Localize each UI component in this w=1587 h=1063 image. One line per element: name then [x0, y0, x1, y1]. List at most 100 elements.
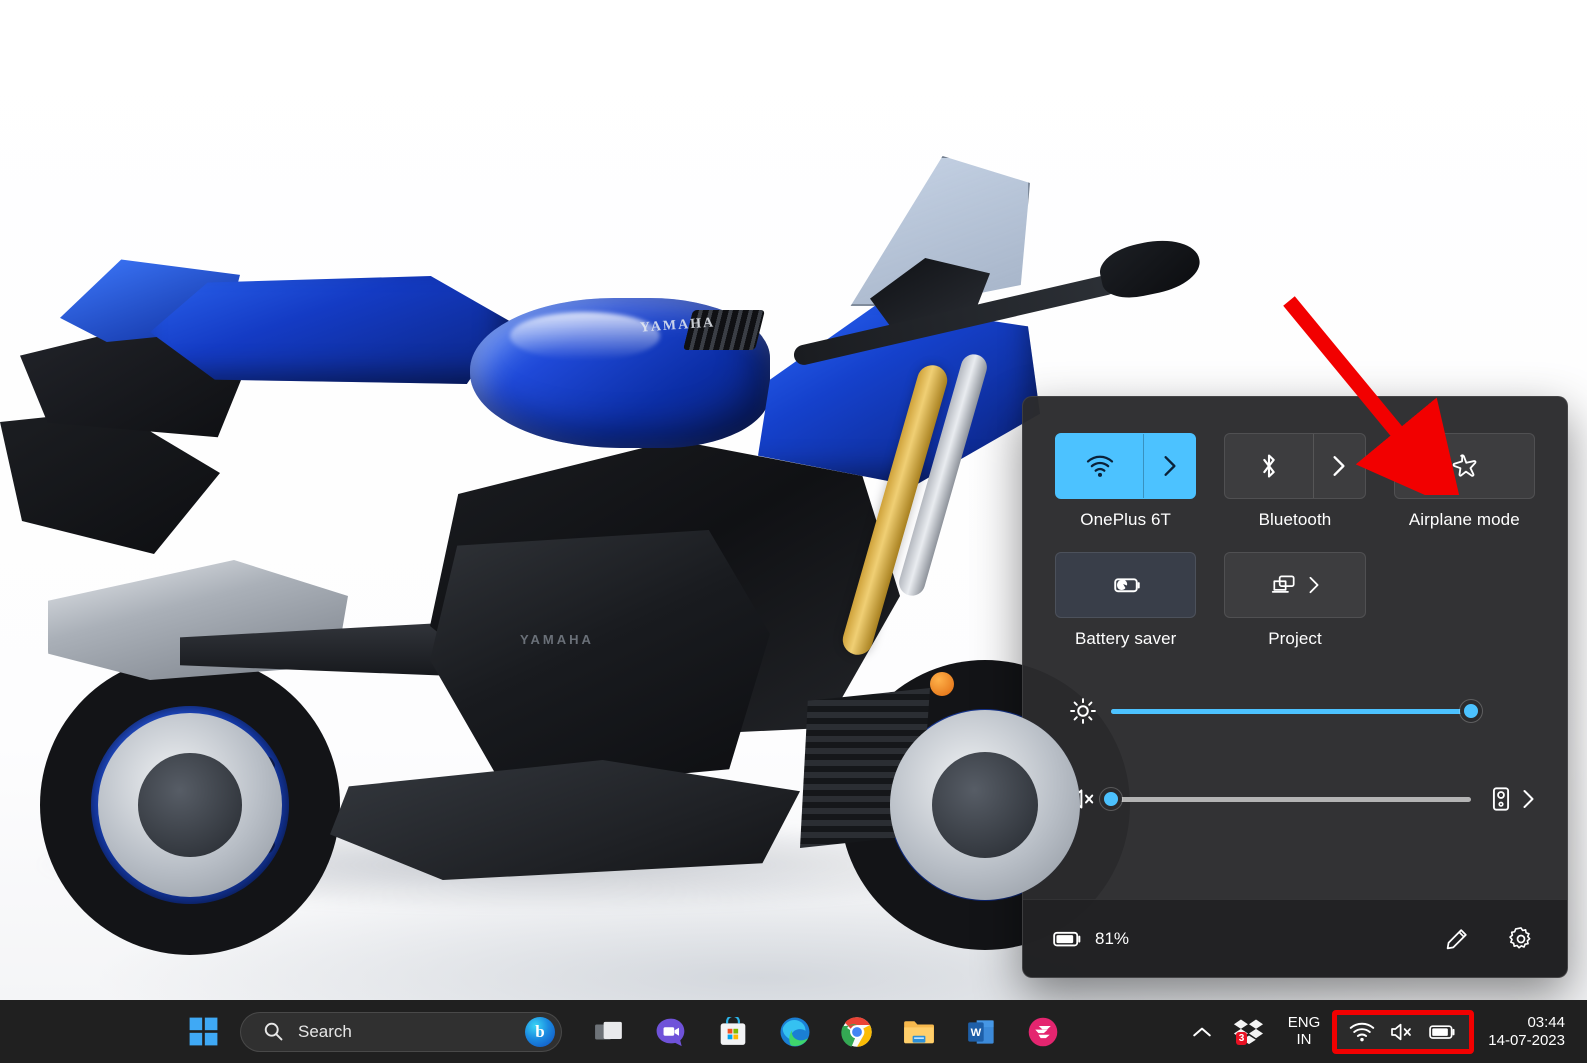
all-settings-button[interactable]: [1501, 919, 1541, 959]
brightness-slider-row: [1055, 685, 1535, 737]
quick-settings-panel: OnePlus 6T Bluetooth Airplane mode Batte…: [1022, 396, 1568, 978]
bing-icon[interactable]: b: [525, 1016, 555, 1047]
tile-project: Project: [1224, 552, 1366, 649]
clock-time: 03:44: [1527, 1013, 1565, 1031]
quick-settings-tiles: OnePlus 6T Bluetooth Airplane mode Batte…: [1023, 397, 1567, 655]
taskbar-item-task-view[interactable]: [587, 1010, 631, 1054]
wifi-toggle-button[interactable]: [1056, 434, 1143, 498]
language-line-1: ENG: [1287, 1013, 1321, 1031]
svg-text:W: W: [971, 1026, 982, 1038]
tray-language-indicator[interactable]: ENG IN: [1276, 1013, 1333, 1049]
chevron-right-icon: [1164, 456, 1176, 476]
dropbox-badge: 3: [1235, 1031, 1248, 1045]
belly-pan: [330, 760, 800, 880]
quick-settings-sliders: [1023, 655, 1567, 833]
bluetooth-chevron-button[interactable]: [1312, 434, 1365, 498]
brightness-thumb[interactable]: [1460, 700, 1482, 722]
bluetooth-tile[interactable]: [1224, 433, 1366, 499]
tray-item-dropbox[interactable]: 3: [1222, 1008, 1276, 1056]
taskbar-app-group: Search b W: [172, 1010, 1074, 1054]
pencil-icon: [1446, 928, 1467, 949]
seat-cowl: [150, 276, 510, 384]
search-input[interactable]: Search b: [240, 1011, 562, 1052]
project-button[interactable]: [1225, 553, 1364, 617]
tile-wifi: OnePlus 6T: [1055, 433, 1197, 530]
airplane-mode-tile[interactable]: [1393, 433, 1535, 499]
wifi-tile-label: OnePlus 6T: [1080, 510, 1172, 529]
tile-row-2: Battery saver Project: [1055, 552, 1535, 649]
taskbar-item-file-explorer[interactable]: [897, 1010, 941, 1054]
tile-airplane-mode: Airplane mode: [1393, 433, 1535, 530]
taskbar-item-google-chrome[interactable]: [835, 1010, 879, 1054]
wifi-tile[interactable]: [1055, 433, 1197, 499]
battery-icon: [1429, 1024, 1455, 1039]
dropbox-icon-wrap: 3: [1232, 1017, 1266, 1047]
brightness-icon-wrap: [1055, 697, 1111, 725]
tray-clock[interactable]: 03:44 14-07-2023: [1474, 1014, 1577, 1050]
chevron-up-icon: [1192, 1027, 1211, 1036]
volume-track-bg: [1111, 796, 1471, 802]
taskbar-item-microsoft-store[interactable]: [711, 1010, 755, 1054]
battery-saver-icon: [1113, 578, 1140, 593]
airplane-icon: [1453, 454, 1477, 477]
volume-mute-icon: [1391, 1023, 1412, 1040]
chevron-right-icon[interactable]: [1522, 789, 1535, 809]
fork-adjuster: [930, 672, 954, 696]
wifi-chevron-button[interactable]: [1143, 434, 1195, 498]
taskbar-item-microsoft-word[interactable]: W: [959, 1010, 1003, 1054]
speaker-icon[interactable]: [1490, 786, 1512, 812]
engine-logo: YAMAHA: [520, 632, 594, 647]
bluetooth-toggle-button[interactable]: [1225, 434, 1312, 498]
wifi-icon: [1086, 455, 1113, 477]
tile-empty-slot: [1394, 552, 1535, 649]
desktop-screen: YAMAHA YAMAHA OnePlus 6T Bluetooth Airpl…: [0, 0, 1587, 1063]
tile-row-1: OnePlus 6T Bluetooth Airplane mode: [1055, 433, 1535, 530]
airplane-mode-toggle-button[interactable]: [1395, 434, 1534, 498]
system-tray: 3 ENG IN 03:44 14-07-2023: [1182, 1000, 1587, 1063]
windows-logo-icon: [189, 1017, 217, 1046]
clock-date: 14-07-2023: [1488, 1031, 1565, 1049]
battery-status[interactable]: 81%: [1053, 929, 1129, 949]
engine-block: [430, 530, 770, 790]
volume-track[interactable]: [1100, 787, 1471, 811]
microsoft-edge-icon: [780, 1016, 810, 1047]
volume-thumb[interactable]: [1100, 788, 1122, 810]
gear-icon: [1509, 926, 1531, 949]
bluetooth-tile-label: Bluetooth: [1258, 510, 1332, 529]
microsoft-store-icon: [720, 1016, 746, 1045]
project-tile[interactable]: [1224, 552, 1366, 618]
quick-settings-footer: 81%: [1023, 899, 1567, 977]
project-tile-label: Project: [1268, 629, 1322, 648]
tank-highlight: [510, 312, 660, 360]
file-explorer-icon: [904, 1020, 934, 1043]
bluetooth-icon: [1263, 454, 1275, 478]
footer-actions: [1437, 919, 1541, 959]
battery-saver-tile[interactable]: [1055, 552, 1197, 618]
mirror: [1095, 232, 1205, 304]
airplane-mode-tile-label: Airplane mode: [1408, 510, 1520, 529]
brightness-icon: [1070, 698, 1096, 724]
taskbar-item-swift-app[interactable]: [1021, 1010, 1065, 1054]
start-button[interactable]: [181, 1010, 225, 1054]
microsoft-word-icon: W: [968, 1019, 994, 1044]
volume-slider-row: [1055, 773, 1535, 825]
search-placeholder: Search: [298, 1021, 352, 1041]
task-view-icon: [595, 1021, 622, 1039]
tile-battery-saver: Battery saver: [1055, 552, 1197, 649]
google-chrome-icon: [841, 1016, 872, 1047]
volume-tail: [1471, 786, 1535, 812]
rear-brake-disc: [98, 713, 282, 897]
quick-settings-tray-button[interactable]: [1332, 1009, 1475, 1054]
battery-saver-toggle-button[interactable]: [1056, 553, 1195, 617]
tile-bluetooth: Bluetooth: [1224, 433, 1366, 530]
chat-icon: [656, 1018, 685, 1046]
motorcycle-image: YAMAHA YAMAHA: [0, 60, 1205, 960]
taskbar-item-microsoft-edge[interactable]: [773, 1010, 817, 1054]
tray-overflow-button[interactable]: [1182, 1008, 1222, 1056]
brightness-track[interactable]: [1111, 699, 1482, 723]
edit-quick-settings-button[interactable]: [1437, 919, 1477, 959]
chevron-right-icon: [1309, 576, 1319, 594]
chevron-right-icon: [1333, 456, 1345, 476]
taskbar: Search b W 3 ENG IN 03:44 14-07-2023: [0, 1000, 1587, 1063]
taskbar-item-chat[interactable]: [649, 1010, 693, 1054]
